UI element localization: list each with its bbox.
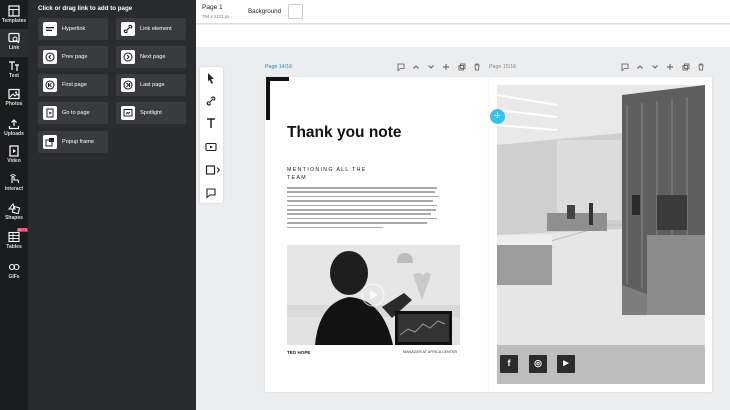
- corner-decoration: [266, 77, 270, 120]
- rail-label: Interact: [4, 186, 24, 192]
- first-page-button[interactable]: First page: [38, 74, 108, 96]
- rail-label: Video: [7, 158, 21, 164]
- rail-label: Link: [8, 45, 20, 51]
- office-photo[interactable]: [497, 85, 705, 384]
- popup-frame-button[interactable]: Popup frame: [38, 131, 108, 153]
- rail-gifs[interactable]: GIFs: [0, 258, 28, 286]
- rail-tables[interactable]: Tables BETA: [0, 228, 28, 256]
- select-icon[interactable]: [205, 72, 217, 84]
- video-icon: [9, 145, 19, 157]
- interact-icon: [10, 174, 20, 183]
- page-label[interactable]: Page 15/16: [489, 64, 516, 70]
- add-page-icon[interactable]: [442, 63, 450, 71]
- beta-badge: BETA: [17, 228, 28, 232]
- move-down-icon[interactable]: [651, 63, 659, 71]
- youtube-button[interactable]: ▶: [557, 355, 575, 373]
- rail-label: Text: [9, 73, 19, 79]
- link-element-icon: [121, 22, 135, 36]
- prev-page-icon: [43, 50, 57, 64]
- go-to-page-button[interactable]: Go to page: [38, 102, 108, 124]
- laptop-photo[interactable]: [287, 245, 460, 345]
- rail-uploads[interactable]: Uploads: [0, 115, 28, 143]
- rail-video[interactable]: Video: [0, 142, 28, 170]
- next-page-button[interactable]: Next page: [116, 46, 186, 68]
- move-up-icon[interactable]: [412, 63, 420, 71]
- panel-title: Click or drag link to add to page: [38, 5, 133, 12]
- rail-label: Photos: [5, 101, 23, 107]
- instagram-icon: ◎: [534, 358, 542, 368]
- hyperlink-icon: [43, 22, 57, 36]
- tables-icon: [8, 231, 20, 243]
- move-down-icon[interactable]: [427, 63, 435, 71]
- link-tool-icon[interactable]: [205, 95, 217, 107]
- page-label-active[interactable]: Page 14/16: [265, 64, 292, 70]
- popup-frame-icon: [43, 135, 57, 149]
- shapes-icon: [8, 203, 20, 214]
- duplicate-page-icon[interactable]: [458, 63, 466, 71]
- rail-photos[interactable]: Photos: [0, 85, 28, 113]
- comment-icon[interactable]: [621, 63, 629, 71]
- chevron-right-icon[interactable]: [216, 167, 221, 173]
- page-subhead[interactable]: MENTIONING ALL THE TEAM: [287, 166, 387, 182]
- link-icon: [8, 32, 20, 44]
- page-headline[interactable]: Thank you note: [287, 124, 407, 142]
- last-page-button[interactable]: Last page: [116, 74, 186, 96]
- spotlight-button[interactable]: Spotlight: [116, 102, 186, 124]
- rail-link[interactable]: Link: [0, 29, 28, 57]
- delete-page-icon[interactable]: [697, 63, 705, 71]
- rail-label: Uploads: [4, 131, 24, 137]
- move-up-icon[interactable]: [636, 63, 644, 71]
- left-rail: Templates Link Text Photos Uploads Video…: [0, 0, 28, 410]
- last-page-icon: [121, 78, 135, 92]
- rail-label: Tables: [6, 244, 22, 250]
- text-tool-icon[interactable]: [205, 117, 217, 129]
- go-to-page-icon: [43, 106, 57, 120]
- canvas-header-strip: [196, 25, 730, 47]
- facebook-button[interactable]: f: [500, 355, 518, 373]
- rail-templates[interactable]: Templates: [0, 2, 28, 30]
- duplicate-page-icon[interactable]: [682, 63, 690, 71]
- hyperlink-button[interactable]: Hyperlink: [38, 18, 108, 40]
- spotlight-icon: [121, 106, 135, 120]
- author-name[interactable]: TED HOPE: [287, 350, 310, 355]
- rail-interact[interactable]: Interact: [0, 170, 28, 198]
- page-name: Page 1: [202, 4, 223, 11]
- gifs-icon: [8, 263, 20, 271]
- rail-label: Shapes: [5, 215, 23, 221]
- instagram-button[interactable]: ◎: [529, 355, 547, 373]
- rail-label: GIFs: [8, 274, 20, 280]
- text-icon: [9, 61, 19, 71]
- top-bar: Page 1 794 x 1123 px Background: [196, 0, 730, 24]
- prev-page-button[interactable]: Prev page: [38, 46, 108, 68]
- upload-icon: [8, 119, 20, 130]
- background-label: Background: [248, 8, 282, 15]
- link-element-button[interactable]: Link element: [116, 18, 186, 40]
- add-element-button[interactable]: +: [490, 109, 505, 124]
- rail-shapes[interactable]: Shapes: [0, 199, 28, 227]
- rail-label: Templates: [1, 18, 27, 24]
- delete-page-icon[interactable]: [473, 63, 481, 71]
- tool-strip: [200, 67, 223, 203]
- templates-icon: [8, 5, 20, 17]
- video-tool-icon[interactable]: [205, 141, 217, 153]
- next-page-icon: [121, 50, 135, 64]
- author-role[interactable]: MANAGER AT AFRICA CENTER: [403, 350, 457, 354]
- rail-text[interactable]: Text: [0, 57, 28, 85]
- facebook-icon: f: [507, 358, 511, 368]
- background-color-swatch[interactable]: [288, 4, 303, 19]
- page-size: 794 x 1123 px: [202, 14, 230, 19]
- comment-tool-icon[interactable]: [205, 187, 217, 199]
- photos-icon: [8, 88, 20, 100]
- body-text-block[interactable]: [287, 187, 444, 232]
- youtube-icon: ▶: [563, 360, 569, 367]
- add-page-icon[interactable]: [666, 63, 674, 71]
- comment-icon[interactable]: [397, 63, 405, 71]
- first-page-icon: [43, 78, 57, 92]
